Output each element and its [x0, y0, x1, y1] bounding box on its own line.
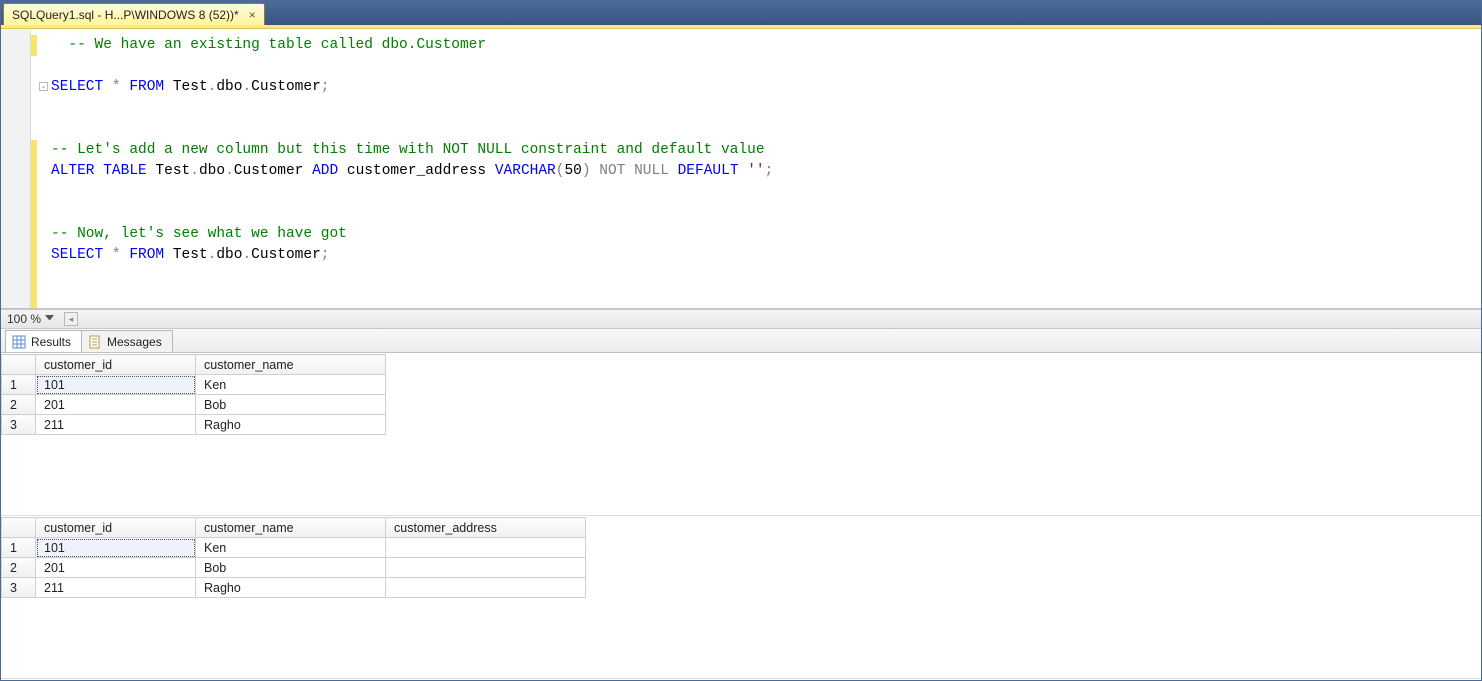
row-header-corner[interactable]: [2, 518, 36, 538]
results-area: customer_idcustomer_name1101Ken2201Bob32…: [1, 353, 1481, 679]
table-row[interactable]: 2201Bob: [2, 558, 586, 578]
cell[interactable]: Bob: [196, 395, 386, 415]
scroll-left-stub[interactable]: ◂: [64, 312, 78, 326]
results-grid-2[interactable]: customer_idcustomer_namecustomer_address…: [1, 516, 1481, 679]
column-header[interactable]: customer_id: [36, 518, 196, 538]
sql-editor[interactable]: -- We have an existing table called dbo.…: [1, 29, 1481, 309]
row-number[interactable]: 2: [2, 395, 36, 415]
cell[interactable]: [386, 578, 586, 598]
cell[interactable]: Ragho: [196, 415, 386, 435]
code-line[interactable]: -- We have an existing table called dbo.…: [51, 35, 1481, 56]
cell[interactable]: Bob: [196, 558, 386, 578]
tab-messages[interactable]: Messages: [81, 330, 173, 352]
cell[interactable]: Ken: [196, 375, 386, 395]
table-row[interactable]: 1101Ken: [2, 375, 386, 395]
code-line[interactable]: [51, 182, 1481, 203]
close-icon[interactable]: ×: [247, 8, 258, 22]
change-indicator-strip: [31, 29, 37, 308]
table-row[interactable]: 3211Ragho: [2, 578, 586, 598]
document-tab[interactable]: SQLQuery1.sql - H...P\WINDOWS 8 (52))* ×: [3, 3, 265, 25]
document-tabstrip: SQLQuery1.sql - H...P\WINDOWS 8 (52))* ×: [1, 1, 1481, 25]
change-mark: [31, 35, 37, 56]
row-number[interactable]: 1: [2, 538, 36, 558]
code-line[interactable]: [51, 98, 1481, 119]
code-line[interactable]: -- Let's add a new column but this time …: [51, 140, 1481, 161]
column-header[interactable]: customer_address: [386, 518, 586, 538]
cell[interactable]: Ken: [196, 538, 386, 558]
tab-results[interactable]: Results: [5, 330, 82, 352]
row-header-corner[interactable]: [2, 355, 36, 375]
row-number[interactable]: 1: [2, 375, 36, 395]
column-header[interactable]: customer_id: [36, 355, 196, 375]
cell[interactable]: Ragho: [196, 578, 386, 598]
results-grid-1[interactable]: customer_idcustomer_name1101Ken2201Bob32…: [1, 353, 1481, 516]
cell[interactable]: [386, 558, 586, 578]
row-number[interactable]: 3: [2, 415, 36, 435]
grid-icon: [12, 335, 26, 349]
zoom-bar: 100 % ◂: [1, 309, 1481, 329]
outline-collapse-icon[interactable]: -: [39, 82, 48, 91]
code-line[interactable]: [51, 203, 1481, 224]
column-header[interactable]: customer_name: [196, 355, 386, 375]
output-tabstrip: Results Messages: [1, 329, 1481, 353]
change-mark: [31, 140, 37, 308]
chevron-down-icon[interactable]: [45, 315, 54, 324]
cell[interactable]: 201: [36, 395, 196, 415]
zoom-level: 100 %: [7, 312, 41, 326]
code-line[interactable]: ALTER TABLE Test.dbo.Customer ADD custom…: [51, 161, 1481, 182]
code-line[interactable]: SELECT * FROM Test.dbo.Customer;: [51, 245, 1481, 266]
cell[interactable]: 101: [36, 375, 196, 395]
column-header[interactable]: customer_name: [196, 518, 386, 538]
cell[interactable]: [386, 538, 586, 558]
table-row[interactable]: 3211Ragho: [2, 415, 386, 435]
tab-results-label: Results: [31, 335, 71, 349]
row-number[interactable]: 3: [2, 578, 36, 598]
row-number[interactable]: 2: [2, 558, 36, 578]
table-row[interactable]: 1101Ken: [2, 538, 586, 558]
code-line[interactable]: [51, 119, 1481, 140]
editor-gutter: [1, 29, 31, 308]
document-icon: [88, 335, 102, 349]
document-tab-title: SQLQuery1.sql - H...P\WINDOWS 8 (52))*: [12, 8, 239, 22]
table-row[interactable]: 2201Bob: [2, 395, 386, 415]
cell[interactable]: 211: [36, 578, 196, 598]
tab-messages-label: Messages: [107, 335, 162, 349]
cell[interactable]: 201: [36, 558, 196, 578]
cell[interactable]: 101: [36, 538, 196, 558]
code-line[interactable]: SELECT * FROM Test.dbo.Customer;: [51, 77, 1481, 98]
cell[interactable]: 211: [36, 415, 196, 435]
code-line[interactable]: [51, 56, 1481, 77]
code-area[interactable]: -- We have an existing table called dbo.…: [51, 35, 1481, 266]
code-line[interactable]: -- Now, let's see what we have got: [51, 224, 1481, 245]
